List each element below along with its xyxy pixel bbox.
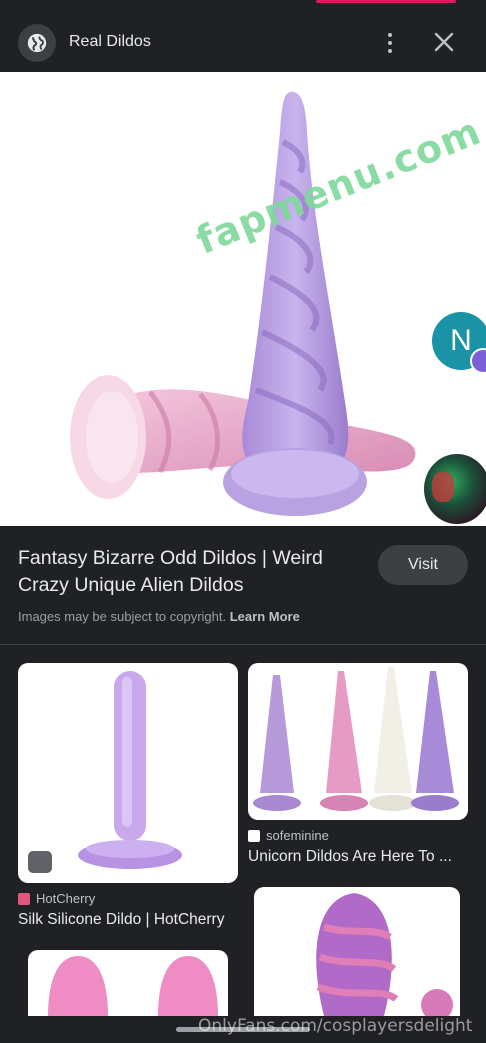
result-image-hotcherry[interactable] <box>18 663 238 883</box>
more-vert-icon[interactable] <box>378 28 402 58</box>
source-name: HotCherry <box>36 891 96 906</box>
result-source-hotcherry[interactable]: HotCherry <box>18 891 95 906</box>
result-source-sofeminine[interactable]: sofeminine <box>248 828 329 843</box>
visit-button[interactable]: Visit <box>378 545 468 585</box>
onlyfans-watermark: OnlyFans.com/cosplayersdelight <box>198 1016 473 1036</box>
source-name: sofeminine <box>266 828 329 843</box>
page-title: Real Dildos <box>69 33 151 50</box>
image-info-panel: Fantasy Bizarre Odd Dildos | Weird Crazy… <box>0 526 486 645</box>
copyright-text: Images may be subject to copyright. <box>18 609 227 624</box>
viewer-header: Real Dildos <box>0 0 486 72</box>
result-caption-sofeminine[interactable]: Unicorn Dildos Are Here To ... <box>248 848 452 866</box>
globe-glyph <box>27 33 47 53</box>
sofeminine-favicon-icon <box>248 829 260 842</box>
result-image-3[interactable] <box>28 950 228 1016</box>
result-caption-hotcherry[interactable]: Silk Silicone Dildo | HotCherry <box>18 911 224 929</box>
result-illustration-3 <box>48 956 218 1016</box>
avatar-letter: N <box>450 324 472 357</box>
main-image[interactable]: fapmenu.com N <box>0 72 486 526</box>
result-illustration-4 <box>316 893 453 1016</box>
close-icon[interactable] <box>430 28 458 56</box>
hotcherry-favicon-icon <box>18 892 30 905</box>
result-image-sofeminine[interactable] <box>248 663 468 820</box>
copyright-notice: Images may be subject to copyright. Lear… <box>18 609 300 624</box>
result-image-4[interactable] <box>254 887 460 1016</box>
account-avatar[interactable]: N <box>432 312 486 374</box>
result-illustration-hotcherry <box>78 671 182 869</box>
status-strip <box>0 0 486 6</box>
floating-thumbnail[interactable] <box>424 454 486 524</box>
tag-icon <box>28 851 52 873</box>
globe-icon[interactable] <box>18 24 56 62</box>
learn-more-link[interactable]: Learn More <box>230 609 300 624</box>
image-title[interactable]: Fantasy Bizarre Odd Dildos | Weird Crazy… <box>18 545 358 599</box>
result-illustration-sofeminine <box>253 667 459 811</box>
status-accent <box>316 0 456 3</box>
